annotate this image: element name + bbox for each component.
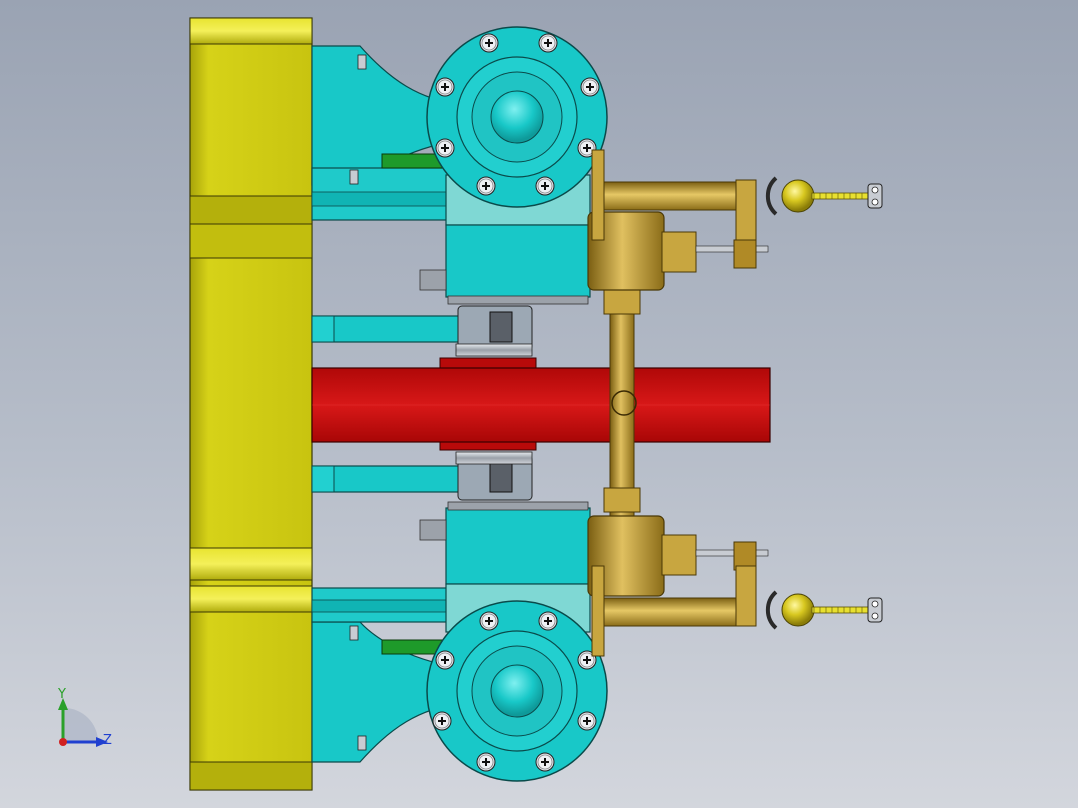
cad-viewport[interactable]: Y Z	[0, 0, 1078, 808]
axis-label-z: Z	[103, 733, 112, 748]
lower-valve-body[interactable]	[587, 515, 769, 657]
upper-connecting-rod[interactable]	[311, 305, 533, 357]
lower-connecting-rod[interactable]	[311, 451, 533, 501]
ball-handle-icon[interactable]	[765, 590, 884, 630]
lower-cylinder-head[interactable]	[426, 600, 608, 782]
engine-assembly-model[interactable]: Y Z	[0, 0, 1078, 808]
axis-label-y: Y	[57, 687, 66, 702]
upper-valve-body[interactable]	[587, 149, 769, 291]
ball-handle-icon[interactable]	[765, 176, 884, 216]
axis-triad-icon: Y Z	[57, 687, 112, 748]
flywheel[interactable]	[311, 357, 771, 451]
engine-base-block[interactable]	[189, 17, 313, 791]
upper-cylinder-head[interactable]	[426, 26, 608, 208]
